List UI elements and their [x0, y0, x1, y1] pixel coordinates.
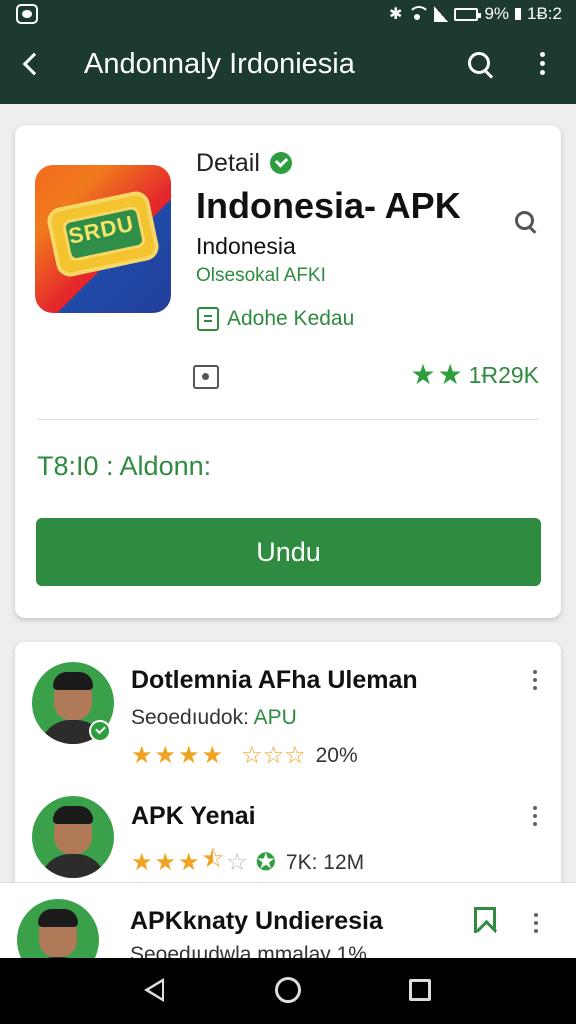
review-rating: ★ ★ ★ ⯪ ☆ ✪ 7K: 12M — [131, 842, 364, 883]
nav-home-icon[interactable] — [275, 977, 301, 1003]
screenshot-icon[interactable] — [193, 365, 219, 389]
star-icon: ★ — [154, 742, 177, 769]
list-item[interactable]: Dotlemnia AFha Uleman Seoedıudok: APU ★ ★… — [15, 642, 561, 769]
review-rating: ★ ★ ★ ★ ☆☆☆ 20% — [131, 741, 358, 770]
wifi-icon — [408, 6, 431, 22]
reviewer-name: Dotlemnia AFha Uleman — [131, 666, 418, 694]
nav-back-icon[interactable] — [144, 978, 164, 1002]
battery-icon — [454, 7, 482, 21]
navigation-bar — [0, 958, 576, 1024]
item-name: APKknaty Undieresia — [130, 907, 383, 935]
more-options-icon[interactable] — [528, 911, 546, 939]
reviews-list: Dotlemnia AFha Uleman Seoedıudok: APU ★ ★… — [15, 642, 561, 882]
item-subtitle: Seoedıudwla mmalay 1% — [130, 943, 367, 958]
verified-icon — [270, 152, 292, 174]
bookmark-icon[interactable] — [474, 907, 496, 933]
app-detail-card: SRDU Detail Indonesia- APK Indonesia Ols… — [15, 125, 561, 618]
release-info: T8:I0 : Aldonn: — [37, 451, 212, 481]
star-icon: ★ — [437, 359, 463, 390]
app-name: Indonesia- APK — [196, 185, 461, 226]
battery-percent: 9% — [484, 4, 510, 23]
document-icon — [197, 307, 219, 331]
review-meta: 20% — [315, 743, 358, 767]
star-icon: ★ — [410, 359, 436, 390]
more-options-icon[interactable] — [527, 804, 545, 832]
status-icons: ✱ 9% 1Ƀ:2 — [389, 4, 562, 24]
avatar — [32, 796, 114, 878]
list-item[interactable]: APKknaty Undieresia Seoedıudwla mmalay 1… — [0, 882, 576, 958]
app-country: Indonesia — [196, 233, 296, 259]
download-button[interactable]: Undu — [36, 518, 541, 586]
app-icon-badge: SRDU — [44, 188, 162, 280]
page-title: Andonnaly Irdoniesia — [84, 48, 355, 80]
status-time: 1Ƀ:2 — [527, 4, 562, 23]
app-bar: Andonnaly Irdoniesia — [0, 30, 576, 104]
battery-level-icon — [515, 8, 522, 20]
star-icon: ★ — [201, 742, 224, 769]
developer-name[interactable]: Adohe Kedau — [227, 307, 354, 331]
star-icon: ★ — [178, 742, 200, 769]
list-item[interactable]: APK Yenai ★ ★ ★ ⯪ ☆ ✪ 7K: 12M — [15, 774, 561, 884]
avatar — [17, 899, 99, 958]
star-icon: ★ — [178, 849, 200, 876]
rating-count: 1Ɍ29K — [468, 361, 539, 388]
search-icon[interactable] — [513, 209, 541, 237]
nav-recents-icon[interactable] — [409, 979, 431, 1001]
rating-summary: ★ ★ 1Ɍ29K — [410, 361, 539, 389]
review-subtitle: Seoedıudok: APU — [131, 706, 297, 729]
app-subtitle[interactable]: Olsesokal AFKI — [196, 265, 326, 287]
bluetooth-icon: ✱ — [389, 6, 403, 23]
star-icon: ★ — [131, 849, 153, 876]
more-options-icon[interactable] — [527, 668, 545, 696]
detail-label: Detail — [196, 149, 260, 177]
star-half-icon: ⯪ — [201, 846, 225, 873]
search-icon[interactable] — [466, 50, 496, 80]
verified-icon — [89, 720, 111, 742]
more-options-icon[interactable] — [530, 50, 554, 80]
star-outline-icon: ☆☆☆ — [241, 742, 306, 769]
review-meta: 7K: 12M — [285, 850, 365, 874]
star-outline-icon: ☆ — [226, 849, 248, 876]
reviewer-name: APK Yenai — [131, 802, 256, 830]
star-icon: ✪ — [255, 849, 276, 876]
signal-icon — [434, 6, 449, 22]
divider — [37, 419, 539, 420]
app-icon: SRDU — [35, 165, 171, 313]
back-icon[interactable] — [18, 50, 48, 80]
star-icon: ★ — [131, 742, 153, 769]
notification-icon — [16, 4, 38, 24]
status-bar: ✱ 9% 1Ƀ:2 — [0, 0, 576, 30]
star-icon: ★ — [154, 849, 177, 876]
